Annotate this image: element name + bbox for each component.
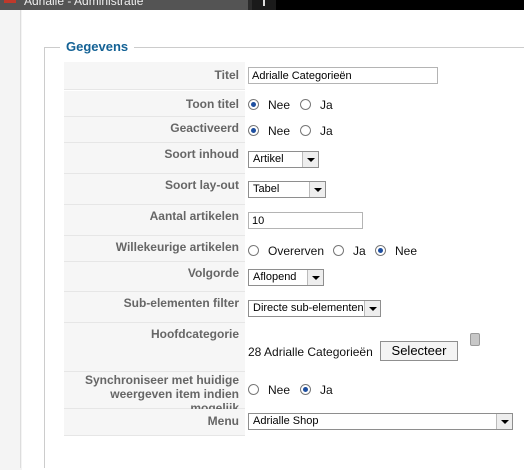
menu-value: Adrialle Shop: [253, 415, 319, 427]
toon-titel-ja-radio[interactable]: [300, 99, 311, 110]
synchroniseer-nee-radio[interactable]: [248, 384, 259, 395]
label-toon-titel: Toon titel: [64, 91, 245, 117]
chevron-down-icon[interactable]: [309, 182, 325, 197]
willekeurig-overerven-radio[interactable]: [248, 245, 259, 256]
row-geactiveerd: Geactiveerd Nee Ja: [64, 117, 524, 143]
aantal-artikelen-input[interactable]: 10: [248, 212, 363, 229]
label-sub-elementen-filter: Sub-elementen filter: [64, 292, 245, 323]
soort-layout-value: Tabel: [253, 183, 280, 195]
row-soort-inhoud: Soort inhoud Artikel: [64, 143, 524, 174]
label-willekeurige-artikelen: Willekeurige artikelen: [64, 236, 245, 262]
selecteer-button[interactable]: Selecteer: [380, 341, 458, 361]
toon-titel-nee-radio[interactable]: [248, 99, 259, 110]
chevron-down-icon[interactable]: [307, 270, 323, 285]
label-synchroniseer: Synchroniseer met huidige weergeven item…: [64, 372, 245, 415]
trash-icon[interactable]: [470, 333, 480, 346]
label-soort-inhoud: Soort inhoud: [64, 143, 245, 174]
label-aantal-artikelen: Aantal artikelen: [64, 205, 245, 236]
toon-titel-nee-label: Nee: [268, 98, 291, 112]
volgorde-select[interactable]: Aflopend: [248, 269, 324, 286]
tabbar-empty: [276, 0, 524, 10]
window-titlebar: Adrialle - Administratie: [0, 0, 524, 10]
titel-input[interactable]: Adrialle Categorieën: [248, 67, 438, 84]
geactiveerd-nee-label: Nee: [268, 124, 291, 138]
new-tab-icon[interactable]: [263, 0, 265, 6]
sub-elementen-filter-value: Directe sub-elementen: [253, 302, 364, 314]
browser-tab[interactable]: Adrialle - Administratie: [0, 0, 248, 10]
row-synchroniseer: Synchroniseer met huidige weergeven item…: [64, 372, 524, 415]
label-hoofdcategorie: Hoofdcategorie: [64, 323, 245, 372]
row-willekeurige-artikelen: Willekeurige artikelen Overerven Ja Nee: [64, 236, 524, 262]
willekeurig-nee-label: Nee: [395, 244, 418, 258]
label-volgorde: Volgorde: [64, 262, 245, 292]
hoofdcategorie-value: 28 Adrialle Categorieën: [248, 345, 373, 359]
soort-inhoud-select[interactable]: Artikel: [248, 151, 319, 168]
soort-inhoud-value: Artikel: [253, 153, 284, 165]
geactiveerd-ja-label: Ja: [320, 124, 333, 138]
chevron-down-icon[interactable]: [364, 301, 380, 316]
willekeurig-ja-label: Ja: [353, 244, 366, 258]
fieldset-legend: Gegevens: [60, 39, 135, 54]
willekeurig-overerven-label: Overerven: [268, 244, 325, 258]
row-titel: Titel Adrialle Categorieën: [64, 62, 524, 90]
willekeurig-ja-radio[interactable]: [333, 245, 344, 256]
geactiveerd-ja-radio[interactable]: [300, 125, 311, 136]
volgorde-value: Aflopend: [253, 271, 297, 283]
geactiveerd-nee-radio[interactable]: [248, 125, 259, 136]
synchroniseer-ja-radio[interactable]: [300, 384, 311, 395]
row-toon-titel: Toon titel Nee Ja: [64, 91, 524, 117]
label-menu: Menu: [64, 409, 245, 436]
toon-titel-ja-label: Ja: [320, 98, 333, 112]
label-geactiveerd: Geactiveerd: [64, 117, 245, 143]
soort-layout-select[interactable]: Tabel: [248, 181, 326, 198]
row-menu: Menu Adrialle Shop: [64, 409, 524, 436]
synchroniseer-nee-label: Nee: [268, 383, 291, 397]
sub-elementen-filter-select[interactable]: Directe sub-elementen: [248, 300, 381, 317]
row-hoofdcategorie: Hoofdcategorie 28 Adrialle Categorieën S…: [64, 323, 524, 372]
row-soort-layout: Soort lay-out Tabel: [64, 174, 524, 205]
label-titel: Titel: [64, 62, 245, 90]
row-aantal-artikelen: Aantal artikelen 10: [64, 205, 524, 236]
willekeurig-nee-radio[interactable]: [375, 245, 386, 256]
divider: [20, 10, 21, 468]
row-volgorde: Volgorde Aflopend: [64, 262, 524, 292]
row-sub-elementen-filter: Sub-elementen filter Directe sub-element…: [64, 292, 524, 323]
app-icon: [4, 0, 16, 3]
synchroniseer-ja-label: Ja: [320, 383, 333, 397]
menu-select[interactable]: Adrialle Shop: [248, 413, 513, 430]
tab-separator: [252, 0, 276, 10]
label-soort-layout: Soort lay-out: [64, 174, 245, 205]
chevron-down-icon[interactable]: [496, 414, 512, 429]
chevron-down-icon[interactable]: [302, 152, 318, 167]
tab-title: Adrialle - Administratie: [24, 0, 144, 8]
